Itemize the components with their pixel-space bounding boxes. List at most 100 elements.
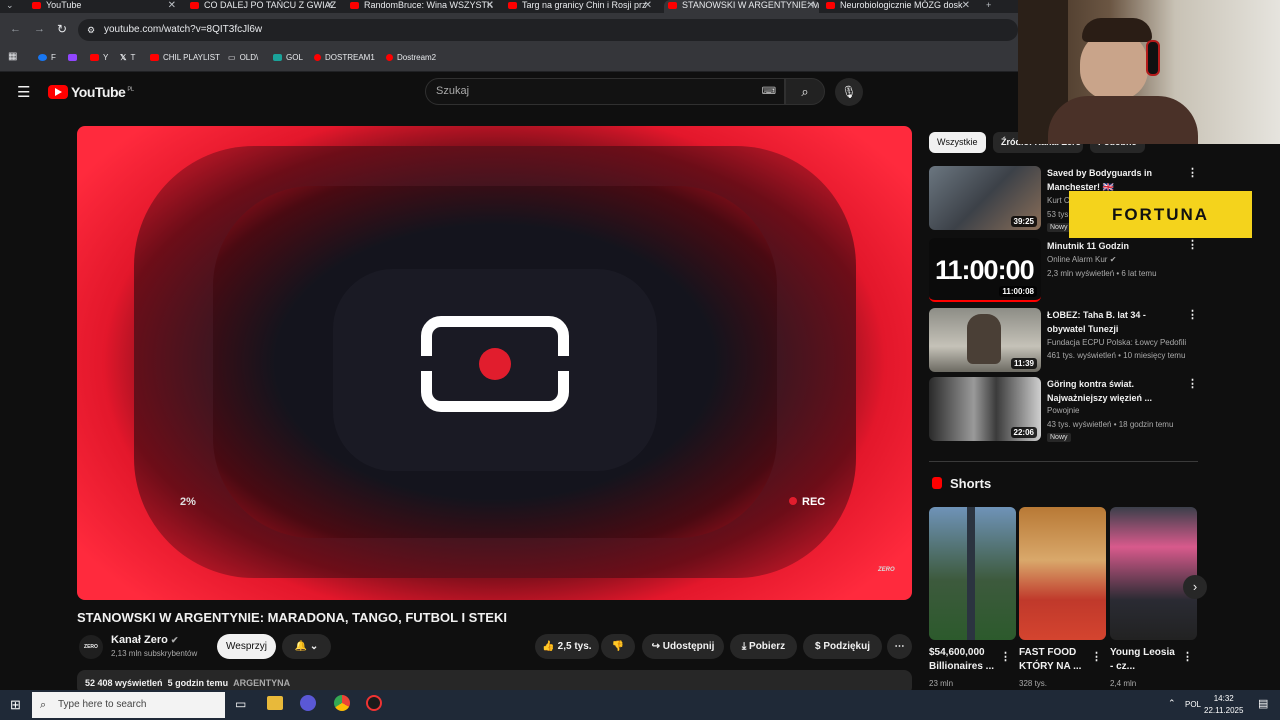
shorts-heading: Shorts <box>932 476 991 491</box>
video-title[interactable]: Saved by Bodyguards in Manchester! 🇬🇧 <box>1047 166 1182 194</box>
x-icon: 𝕏 <box>120 53 127 62</box>
keyboard-icon[interactable]: ⌨ <box>762 79 776 104</box>
video-player[interactable]: 2% REC ZERO <box>77 126 912 600</box>
close-tab-icon[interactable]: ✕ <box>962 0 970 11</box>
channel-avatar[interactable]: ZERO <box>79 635 103 659</box>
close-tab-icon[interactable]: ✕ <box>168 0 176 11</box>
tab-randombruce[interactable]: RandomBruce: Wina WSZYSTK ✕ <box>350 0 498 13</box>
search-button[interactable]: ⌕ <box>785 78 825 105</box>
tab-co-dalej[interactable]: CO DALEJ PO TAŃCU Z GWIAZ ✕ <box>190 0 338 13</box>
chevron-down-icon: ⌄ <box>309 641 319 652</box>
recommendation-item[interactable]: 11:00:00 11:00:08 Minutnik 11 Godzin Onli… <box>929 238 1199 304</box>
system-clock[interactable]: 14:32 22.11.2025 <box>1204 693 1243 717</box>
tab-stanowski-active[interactable]: STANOWSKI W ARGENTYNIE: M ✕ <box>664 0 819 13</box>
chevron-up-icon[interactable]: ⌃ <box>1168 698 1176 709</box>
more-actions-button[interactable]: ⋯ <box>887 634 912 659</box>
obs-icon[interactable] <box>366 695 382 711</box>
short-title[interactable]: Young Leosia - cz... <box>1110 646 1175 674</box>
bookmark-y[interactable]: Y <box>90 53 108 62</box>
address-bar[interactable]: ⚙ youtube.com/watch?v=8QIT3fcJl6w <box>78 19 1018 41</box>
more-vertical-icon[interactable]: ⋮ <box>1187 377 1198 390</box>
dostream-icon <box>386 54 393 61</box>
share-button[interactable]: ↪ Udostępnij <box>642 634 724 659</box>
close-tab-icon[interactable]: ✕ <box>644 0 652 11</box>
close-tab-icon[interactable]: ✕ <box>486 0 494 11</box>
video-title[interactable]: Minutnik 11 Godzin <box>1047 239 1182 253</box>
chrome-icon[interactable] <box>334 695 350 711</box>
short-thumbnail[interactable] <box>1019 507 1106 640</box>
short-thumbnail[interactable] <box>1110 507 1197 640</box>
bookmark-twitch[interactable] <box>68 53 81 62</box>
windows-start-icon[interactable]: ⊞ <box>10 697 21 713</box>
menu-icon[interactable]: ☰ <box>17 83 30 101</box>
camera-frame-gap <box>412 356 434 371</box>
app-icon[interactable] <box>300 695 316 711</box>
bookmark-gol[interactable]: GOL <box>273 53 303 62</box>
bookmark-dostream2[interactable]: Dostream2 <box>386 53 436 62</box>
tab-neurobiologicznie[interactable]: Neurobiologicznie MÓZG dosk ✕ <box>826 0 974 13</box>
thumbs-down-icon: 👎 <box>611 641 625 652</box>
new-tab-button[interactable]: + <box>986 0 998 13</box>
forward-icon[interactable]: → <box>34 23 45 35</box>
bookmark-f[interactable]: F <box>38 53 56 62</box>
video-thumbnail[interactable]: 39:25 <box>929 166 1041 230</box>
taskbar-search-input[interactable]: ⌕ Type here to search <box>32 692 225 718</box>
bookmark-chil-playlist[interactable]: CHIL PLAYLIST <box>150 53 220 62</box>
video-title[interactable]: Göring kontra świat. Najważniejszy więzi… <box>1047 377 1182 405</box>
sponsor-banner: FORTUNA <box>1069 191 1252 238</box>
tab-youtube[interactable]: YouTube ✕ <box>32 0 180 13</box>
close-tab-icon[interactable]: ✕ <box>326 0 334 11</box>
channel-name[interactable]: Kurt C <box>1047 196 1070 205</box>
thanks-button[interactable]: $ Podziękuj <box>803 634 882 659</box>
task-view-icon[interactable]: ▭ <box>235 697 246 711</box>
bookmark-t[interactable]: 𝕏T <box>120 53 135 62</box>
file-explorer-icon[interactable] <box>267 696 283 710</box>
youtube-logo[interactable]: YouTube PL <box>48 84 134 100</box>
notifications-icon[interactable]: ▤ <box>1258 697 1268 710</box>
video-thumbnail[interactable]: 11:39 <box>929 308 1041 372</box>
more-vertical-icon[interactable]: ⋮ <box>1091 650 1102 663</box>
hashtag[interactable]: ARGENTYNA <box>233 678 290 688</box>
language-indicator[interactable]: POL <box>1185 700 1201 709</box>
channel-name[interactable]: Kanał Zero ✔ <box>111 634 178 646</box>
recommendation-item[interactable]: 22:06 Göring kontra świat. Najważniejszy… <box>929 377 1199 443</box>
more-vertical-icon[interactable]: ⋮ <box>1000 650 1011 663</box>
short-thumbnail[interactable] <box>929 507 1016 640</box>
bookmark-dostream1[interactable]: DOSTREAM1 <box>314 53 375 62</box>
youtube-icon <box>150 54 159 61</box>
video-thumbnail[interactable]: 22:06 <box>929 377 1041 441</box>
close-tab-icon[interactable]: ✕ <box>807 0 815 11</box>
dislike-button[interactable]: 👎 <box>601 634 635 659</box>
recommendation-item[interactable]: 11:39 ŁOBEZ: Taha B. lat 34 - obywatel T… <box>929 308 1199 374</box>
chip-all[interactable]: Wszystkie <box>929 132 986 153</box>
view-count: 52 408 wyświetleń <box>85 678 163 688</box>
short-title[interactable]: FAST FOOD KTÓRY NA ... <box>1019 646 1087 674</box>
shorts-next-button[interactable]: › <box>1183 575 1207 599</box>
site-info-icon[interactable]: ⚙ <box>87 19 95 41</box>
more-vertical-icon[interactable]: ⋮ <box>1187 308 1198 321</box>
channel-name[interactable]: Online Alarm Kur ✔ <box>1047 255 1116 264</box>
video-title[interactable]: ŁOBEZ: Taha B. lat 34 - obywatel Tunezji <box>1047 308 1182 336</box>
country-code: PL <box>127 87 134 94</box>
bookmark-old[interactable]: ▭ OLD\ <box>228 53 258 62</box>
apps-grid-icon[interactable]: ▦ <box>8 51 17 62</box>
join-button[interactable]: Wesprzyj <box>217 634 276 659</box>
notifications-button[interactable]: 🔔 ⌄ <box>282 634 331 659</box>
reload-icon[interactable]: ↻ <box>57 22 67 36</box>
voice-search-button[interactable]: 🎙 <box>835 78 863 106</box>
video-thumbnail[interactable]: 11:00:00 11:00:08 <box>929 238 1041 302</box>
streamer-hair <box>1082 18 1152 42</box>
tab-list-button[interactable]: ⌄ <box>6 0 16 13</box>
channel-name[interactable]: Fundacja ECPU Polska: Łowcy Pedofili <box>1047 338 1186 347</box>
download-button[interactable]: ⤓ Pobierz <box>730 634 797 659</box>
channel-name[interactable]: Powojnie <box>1047 406 1079 415</box>
back-icon[interactable]: ← <box>10 23 21 35</box>
more-vertical-icon[interactable]: ⋮ <box>1187 238 1198 251</box>
like-button[interactable]: 👍 2,5 tys. <box>535 634 599 659</box>
tab-targ[interactable]: Targ na granicy Chin i Rosji prz ✕ <box>508 0 656 13</box>
search-input[interactable]: Szukaj ⌨ <box>425 78 785 105</box>
more-vertical-icon[interactable]: ⋮ <box>1187 166 1198 179</box>
duration-badge: 11:00:08 <box>999 286 1037 297</box>
more-vertical-icon[interactable]: ⋮ <box>1182 650 1193 663</box>
short-title[interactable]: $54,600,000 Billionaires ... <box>929 646 999 674</box>
